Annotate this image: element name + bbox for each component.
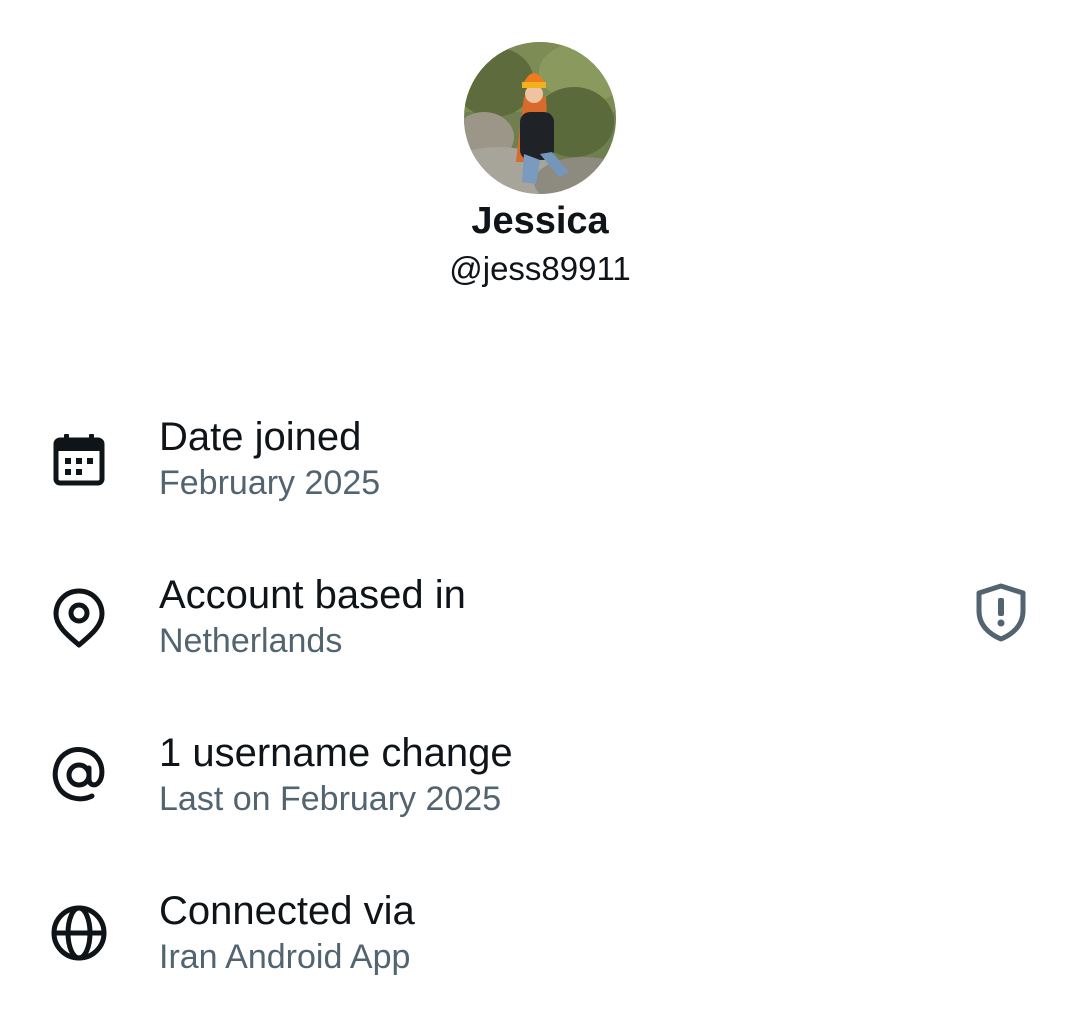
username-handle: @jess89911 bbox=[449, 250, 631, 287]
avatar[interactable] bbox=[464, 42, 616, 194]
detail-row-username-change: 1 username change Last on February 2025 bbox=[0, 729, 1080, 839]
calendar-icon bbox=[48, 430, 110, 492]
profile-header: Jessica @jess89911 bbox=[0, 0, 1080, 320]
location-pin-icon bbox=[48, 587, 110, 649]
avatar-photo bbox=[464, 42, 616, 194]
row-title: 1 username change bbox=[159, 731, 513, 775]
at-sign-icon bbox=[48, 744, 110, 806]
row-subtitle: Iran Android App bbox=[159, 938, 411, 976]
row-title: Date joined bbox=[159, 415, 362, 459]
detail-row-account-based-in: Account based in Netherlands bbox=[0, 571, 1080, 681]
globe-icon bbox=[48, 902, 110, 964]
row-subtitle: February 2025 bbox=[159, 464, 381, 502]
display-name: Jessica bbox=[471, 200, 609, 242]
detail-row-date-joined: Date joined February 2025 bbox=[0, 413, 1080, 523]
detail-row-connected-via: Connected via Iran Android App bbox=[0, 887, 1080, 997]
row-title: Connected via bbox=[159, 889, 415, 933]
shield-alert-icon[interactable] bbox=[970, 581, 1032, 643]
row-subtitle: Netherlands bbox=[159, 622, 343, 660]
row-title: Account based in bbox=[159, 573, 466, 617]
row-subtitle: Last on February 2025 bbox=[159, 780, 502, 818]
